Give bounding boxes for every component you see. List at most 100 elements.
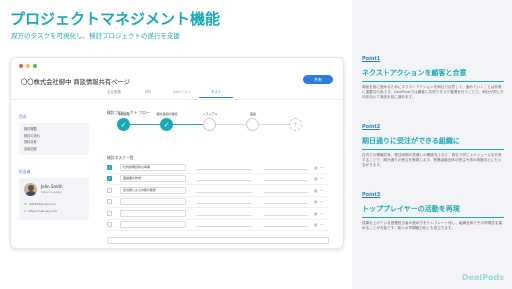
task-row: ◎ ⋯ (107, 220, 329, 231)
task-checkbox[interactable]: ✓ (107, 176, 112, 182)
task-input[interactable] (120, 221, 186, 229)
member-role: Sales manager (41, 190, 62, 194)
point-2: Point2 期日通りに受注ができる組織に 社内での情報共有、受注時期の見通しの… (362, 124, 504, 169)
share-button[interactable]: 共有 (303, 75, 333, 84)
member-email-text: mail123@mail.com (28, 202, 56, 206)
task-more-icon[interactable]: ⋯ (320, 211, 324, 216)
add-step-icon[interactable]: + (289, 118, 302, 131)
point-3: Point3 トッププレイヤーの活動を再現 成果を上げている営業担当者の進め方を… (362, 192, 504, 231)
brand-logo: DealPods (461, 273, 504, 282)
member-email[interactable]: ✉ mail123@mail.com (24, 202, 56, 206)
task-assignee-field[interactable] (196, 165, 252, 170)
close-dot-icon[interactable] (19, 64, 23, 68)
task-more-icon[interactable]: ⋯ (320, 176, 324, 181)
tab-materials[interactable]: 資料 (131, 90, 165, 98)
divider (362, 217, 504, 218)
tab-qa-list[interactable]: Q&Aリスト (165, 90, 199, 98)
task-row: ✓ 稟議書の作成 ◎ ⋯ (107, 174, 329, 185)
window-controls (19, 64, 37, 68)
task-date-field[interactable] (264, 176, 308, 182)
task-input[interactable] (120, 198, 186, 206)
task-view-icon[interactable]: ◎ (314, 165, 318, 170)
sidebar: 目次 検討概要 検討の流れ 資料共有 会議記録 担当者 John Smith S… (19, 114, 89, 220)
task-date-field[interactable] (264, 188, 308, 193)
point-heading: ネクストアクションを顧客と合意 (362, 69, 467, 77)
task-view-icon[interactable]: ◎ (314, 176, 318, 181)
avatar (24, 183, 37, 196)
task-date-field[interactable] (264, 165, 308, 170)
task-input[interactable] (120, 209, 186, 217)
divider (362, 81, 504, 82)
point-label: Point3 (362, 192, 381, 198)
step-1-check-icon[interactable]: ✓ (117, 118, 130, 131)
tab-tasks[interactable]: タスク (199, 90, 233, 98)
task-more-icon[interactable]: ⋯ (320, 188, 324, 193)
task-list: ✓ 社内説明資料の準備 ◎ ⋯ ✓ 稟議書の作成 ◎ ⋯ 担当者による内容の確認 ◎… (107, 162, 329, 244)
divider (11, 99, 343, 100)
task-assignee-field[interactable] (196, 211, 252, 216)
task-more-icon[interactable]: ⋯ (320, 199, 324, 204)
toc-heading: 目次 (19, 114, 27, 119)
member-card: John Smith Sales manager ✉ mail123@mail.… (19, 178, 89, 220)
point-heading: トッププレイヤーの活動を再現 (362, 205, 460, 213)
task-more-icon[interactable]: ⋯ (320, 165, 324, 170)
add-task-input[interactable] (107, 237, 329, 244)
window-title: 〇〇株式会社御中 商談情報共有ページ (21, 79, 130, 86)
step-3-circle[interactable] (203, 118, 216, 131)
task-row: ◎ ⋯ (107, 208, 329, 220)
sidebar-item-minutes[interactable]: 会議記録 (24, 146, 84, 153)
link-icon: ⌂ (24, 209, 27, 213)
step-label-3: トライアル (202, 112, 218, 116)
tab-company[interactable]: 会社概要 (97, 90, 131, 98)
task-more-icon[interactable]: ⋯ (320, 222, 324, 227)
task-view-icon[interactable]: ◎ (314, 222, 318, 227)
members-heading: 担当者 (19, 169, 31, 174)
task-assignee-field[interactable] (196, 199, 252, 205)
point-text: 商談を前に進めるためにネクストアクションを両社で合意して、進めていくことは非常に… (362, 85, 504, 100)
task-checkbox[interactable] (107, 199, 112, 205)
task-checkbox[interactable] (107, 187, 112, 193)
tab-bar: 会社概要 資料 Q&Aリスト タスク (97, 90, 233, 98)
step-2-check-icon[interactable]: ✓ (160, 118, 173, 131)
point-label: Point1 (362, 56, 381, 62)
task-assignee-field[interactable] (196, 222, 252, 228)
task-view-icon[interactable]: ◎ (314, 188, 318, 193)
point-1: Point1 ネクストアクションを顧客と合意 商談を前に進めるためにネクストアク… (362, 56, 504, 101)
task-assignee-field[interactable] (196, 188, 252, 193)
point-label: Point2 (362, 124, 381, 130)
task-input[interactable]: 社内説明資料の準備 (120, 163, 186, 171)
point-text: 社内での情報共有、受注時期の見通しの確度向上など、両社で同じスケジュールを共有す… (362, 153, 502, 168)
member-url[interactable]: ⌂ https://mail.ezy.com/ (24, 209, 57, 213)
divider (362, 149, 504, 150)
task-view-icon[interactable]: ◎ (314, 211, 318, 216)
member-url-text: https://mail.ezy.com/ (28, 209, 58, 213)
task-checkbox[interactable] (107, 210, 112, 216)
step-label-2: 検討事項の確認 (156, 112, 178, 116)
page-title: プロジェクトマネジメント機能 (10, 10, 221, 28)
task-view-icon[interactable]: ◎ (314, 199, 318, 204)
task-checkbox[interactable] (107, 222, 112, 228)
step-label-4: 稟議 (249, 112, 256, 116)
minimize-dot-icon[interactable] (26, 64, 30, 68)
task-row: 担当者による内容の確認 ◎ ⋯ (107, 185, 329, 197)
task-input[interactable]: 担当者による内容の確認 (120, 186, 186, 194)
app-window: 〇〇株式会社御中 商談情報共有ページ 共有 会社概要 資料 Q&Aリスト タスク… (10, 57, 344, 249)
task-date-field[interactable] (264, 222, 308, 228)
mail-icon: ✉ (24, 202, 27, 206)
maximize-dot-icon[interactable] (33, 64, 37, 68)
member-name: John Smith (41, 184, 63, 189)
task-date-field[interactable] (264, 199, 308, 205)
page-subtitle: 双方のタスクを可視化し、検討プロジェクトの遂行を支援 (11, 32, 180, 40)
task-date-field[interactable] (264, 211, 308, 216)
step-4-circle[interactable] (246, 118, 259, 131)
task-checkbox[interactable]: ✓ (107, 164, 112, 170)
task-assignee-field[interactable] (196, 176, 252, 182)
task-row: ◎ ⋯ (107, 197, 329, 208)
point-text: 成果を上げている営業担当者の進め方をテンプレート化し、組織全体でその再現性を高め… (362, 221, 503, 231)
step-label-1: 情報収集 (117, 112, 130, 116)
toc-list: 検討概要 検討の流れ 資料共有 会議記録 (19, 123, 89, 155)
task-input[interactable]: 稟議書の作成 (120, 175, 186, 183)
task-row: ✓ 社内説明資料の準備 ◎ ⋯ (107, 162, 329, 174)
tasks-title: 検討タスク一覧 (107, 155, 134, 160)
points-panel: Point1 ネクストアクションを顧客と合意 商談を前に進めるためにネクストアク… (352, 0, 512, 289)
